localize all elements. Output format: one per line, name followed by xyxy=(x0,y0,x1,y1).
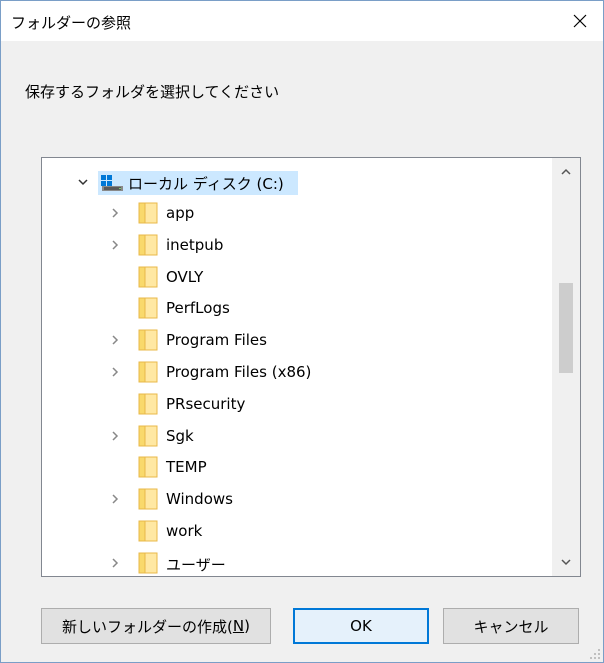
tree-item-label: Windows xyxy=(166,490,233,509)
tree-item[interactable]: OVLY xyxy=(42,263,551,291)
folder-icon xyxy=(138,488,158,510)
cancel-button[interactable]: キャンセル xyxy=(443,608,579,644)
tree-item-label: Sgk xyxy=(166,426,194,445)
tree-item[interactable]: PRsecurity xyxy=(42,390,551,418)
scroll-thumb[interactable] xyxy=(559,283,573,373)
tree-item[interactable]: app xyxy=(42,199,551,227)
chevron-right-icon[interactable] xyxy=(108,492,122,506)
chevron-up-icon xyxy=(561,168,571,175)
chevron-right-icon[interactable] xyxy=(108,206,122,220)
chevron-down-icon xyxy=(561,559,571,566)
resize-grip-icon[interactable] xyxy=(589,648,601,660)
chevron-right-icon[interactable] xyxy=(108,429,122,443)
tree-item[interactable]: TEMP xyxy=(42,453,551,481)
chevron-right-icon[interactable] xyxy=(108,333,122,347)
tree-item-label: ローカル ディスク (C:) xyxy=(128,175,284,193)
folder-icon xyxy=(138,425,158,447)
scroll-up-button[interactable] xyxy=(552,158,580,186)
folder-icon xyxy=(138,202,158,224)
folder-icon xyxy=(138,520,158,542)
instruction-text: 保存するフォルダを選択してください xyxy=(25,83,280,101)
folder-icon xyxy=(138,393,158,415)
folder-icon xyxy=(138,361,158,383)
folder-icon xyxy=(138,456,158,478)
tree-items: ローカル ディスク (C:) app inetpub OVLY PerfLogs Pro… xyxy=(42,158,551,576)
folder-icon xyxy=(138,552,158,574)
close-icon xyxy=(573,14,587,28)
tree-item-label: app xyxy=(166,204,195,222)
tree-item[interactable]: Sgk xyxy=(42,422,551,450)
tree-item-root[interactable]: ローカル ディスク (C:) xyxy=(42,168,551,196)
folder-icon xyxy=(138,329,158,351)
title-bar[interactable]: フォルダーの参照 xyxy=(1,1,603,41)
tree-item-label: PRsecurity xyxy=(166,394,246,413)
tree-item-label: TEMP xyxy=(166,458,207,477)
chevron-right-icon[interactable] xyxy=(108,365,122,379)
tree-item[interactable]: Program Files (x86) xyxy=(42,358,551,386)
folder-icon xyxy=(138,297,158,319)
tree-item-label: OVLY xyxy=(166,267,204,286)
new-folder-label: 新しいフォルダーの作成( xyxy=(62,617,233,636)
tree-item[interactable]: ユーザー xyxy=(42,549,551,576)
tree-item-label: Program Files (x86) xyxy=(166,363,312,381)
scroll-down-button[interactable] xyxy=(552,548,580,576)
tree-item[interactable]: work xyxy=(42,517,551,545)
folder-browse-dialog: フォルダーの参照 保存するフォルダを選択してください ローカル ディスク (C:… xyxy=(0,0,604,663)
tree-item-label: PerfLogs xyxy=(166,299,230,318)
folder-icon xyxy=(138,266,158,288)
new-folder-button[interactable]: 新しいフォルダーの作成(N) xyxy=(41,608,271,644)
tree-item-label: work xyxy=(166,522,203,540)
tree-item-label: inetpub xyxy=(166,235,224,254)
new-folder-label-end: ) xyxy=(244,617,250,635)
chevron-right-icon[interactable] xyxy=(108,238,122,252)
ok-button[interactable]: OK xyxy=(293,608,429,644)
chevron-down-icon[interactable] xyxy=(76,175,90,189)
dialog-title: フォルダーの参照 xyxy=(11,14,132,32)
folder-icon xyxy=(138,234,158,256)
vertical-scrollbar[interactable] xyxy=(552,158,580,576)
chevron-right-icon[interactable] xyxy=(108,556,122,570)
tree-item-label: Program Files xyxy=(166,331,267,350)
tree-item-label: ユーザー xyxy=(166,555,226,574)
drive-icon xyxy=(101,175,123,191)
tree-item[interactable]: PerfLogs xyxy=(42,294,551,322)
close-button[interactable] xyxy=(557,1,603,41)
tree-item[interactable]: inetpub xyxy=(42,231,551,259)
tree-item[interactable]: Program Files xyxy=(42,326,551,354)
new-folder-accesskey: N xyxy=(232,617,245,635)
folder-tree[interactable]: ローカル ディスク (C:) app inetpub OVLY PerfLogs Pro… xyxy=(41,157,581,577)
tree-item[interactable]: Windows xyxy=(42,485,551,513)
